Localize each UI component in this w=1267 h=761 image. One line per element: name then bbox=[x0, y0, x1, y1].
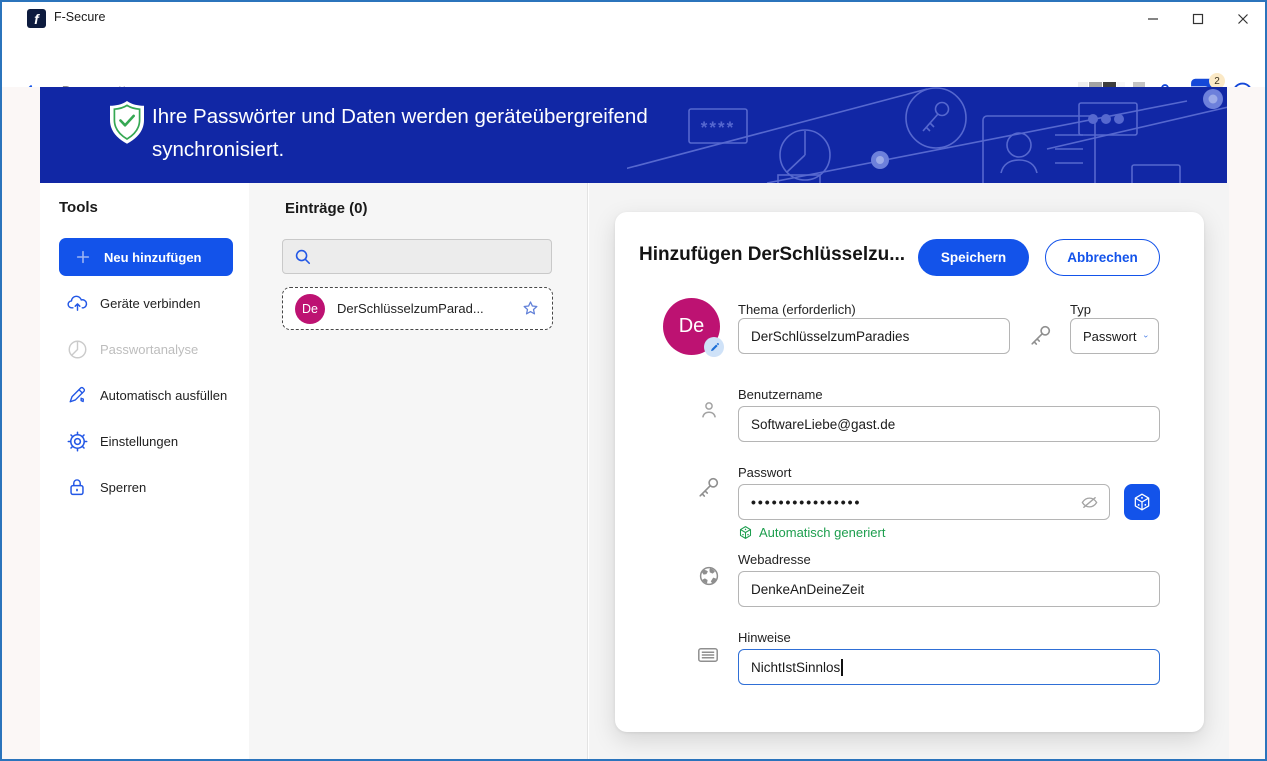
notes-input[interactable]: NichtIstSinnlos bbox=[738, 649, 1160, 685]
cancel-button[interactable]: Abbrechen bbox=[1045, 239, 1160, 276]
password-label: Passwort bbox=[738, 465, 791, 480]
add-new-label: Neu hinzufügen bbox=[104, 250, 202, 265]
add-new-button[interactable]: Neu hinzufügen bbox=[59, 238, 233, 276]
password-analysis-icon bbox=[65, 337, 89, 361]
search-input[interactable] bbox=[321, 240, 551, 273]
notes-label: Hinweise bbox=[738, 630, 791, 645]
window-controls bbox=[1130, 2, 1265, 35]
topic-input[interactable] bbox=[738, 318, 1010, 354]
f-secure-logo-icon: f bbox=[27, 9, 46, 28]
password-key-icon bbox=[695, 475, 721, 501]
entries-panel: Einträge (0) De DerSchlüsselzumParad... bbox=[249, 183, 588, 759]
save-button[interactable]: Speichern bbox=[918, 239, 1029, 276]
app-header: Passworttresor 2 ? bbox=[2, 35, 1265, 87]
username-input[interactable] bbox=[738, 406, 1160, 442]
app-title: F-Secure bbox=[54, 10, 105, 24]
maximize-button[interactable] bbox=[1175, 2, 1220, 35]
key-icon bbox=[1027, 323, 1053, 349]
f-secure-window: { "window": { "app_name": "F-Secure" }, … bbox=[0, 0, 1267, 761]
tools-sidebar: Tools Neu hinzufügen Geräte verbinden Pa… bbox=[40, 183, 249, 759]
entries-heading: Einträge (0) bbox=[285, 200, 368, 217]
card-title: Hinzufügen DerSchlüsselzu... bbox=[639, 244, 919, 266]
favorite-star-icon[interactable] bbox=[521, 299, 540, 318]
sidebar-item-geraete-verbinden[interactable]: Geräte verbinden bbox=[59, 287, 239, 319]
titlebar: f F-Secure bbox=[2, 2, 1265, 35]
autofill-pen-icon bbox=[65, 383, 89, 407]
show-password-button[interactable] bbox=[1079, 492, 1100, 518]
maximize-icon bbox=[1192, 13, 1204, 25]
type-select[interactable]: Passwort bbox=[1070, 318, 1159, 354]
edit-avatar-button[interactable] bbox=[704, 337, 724, 357]
chevron-down-icon bbox=[1143, 330, 1149, 343]
text-caret bbox=[841, 659, 843, 676]
entry-avatar: De bbox=[295, 294, 325, 324]
type-label: Typ bbox=[1070, 302, 1091, 317]
sidebar-item-passwortanalyse[interactable]: Passwortanalyse bbox=[59, 333, 239, 365]
close-button[interactable] bbox=[1220, 2, 1265, 35]
web-address-input[interactable] bbox=[738, 571, 1160, 607]
right-gutter bbox=[1227, 87, 1265, 759]
left-gutter bbox=[2, 87, 40, 759]
minimize-button[interactable] bbox=[1130, 2, 1175, 35]
pencil-icon bbox=[709, 342, 720, 353]
sidebar-item-sperren[interactable]: Sperren bbox=[59, 471, 239, 503]
entry-avatar-large: De bbox=[663, 298, 720, 355]
search-icon bbox=[293, 247, 313, 267]
shield-check-icon bbox=[108, 100, 146, 146]
dice-icon bbox=[1132, 492, 1152, 512]
username-person-icon bbox=[697, 398, 721, 422]
generate-password-button[interactable] bbox=[1124, 484, 1160, 520]
topic-label: Thema (erforderlich) bbox=[738, 302, 856, 317]
sync-message: Ihre Passwörter und Daten werden geräteü… bbox=[152, 100, 732, 166]
entry-label: DerSchlüsselzumParad... bbox=[337, 301, 509, 316]
password-input[interactable] bbox=[738, 484, 1110, 520]
generated-dice-icon bbox=[738, 525, 753, 540]
tools-heading: Tools bbox=[59, 199, 98, 216]
password-generated-note: Automatisch generiert bbox=[738, 525, 885, 540]
eye-slash-icon bbox=[1079, 492, 1100, 513]
notes-icon bbox=[696, 643, 720, 667]
sync-banner: **** Ihre Passwörter und Daten werden ge… bbox=[40, 87, 1227, 183]
close-icon bbox=[1237, 13, 1249, 25]
add-entry-card: Hinzufügen DerSchlüsselzu... Speichern A… bbox=[615, 212, 1204, 732]
lock-icon bbox=[65, 475, 89, 499]
gear-icon bbox=[65, 429, 89, 453]
minimize-icon bbox=[1147, 13, 1159, 25]
username-label: Benutzername bbox=[738, 387, 823, 402]
sidebar-item-einstellungen[interactable]: Einstellungen bbox=[59, 425, 239, 457]
cloud-connect-icon bbox=[65, 291, 89, 315]
entries-search[interactable] bbox=[282, 239, 552, 274]
plus-icon bbox=[75, 249, 91, 265]
sidebar-item-automatisch-ausfuellen[interactable]: Automatisch ausfüllen bbox=[59, 379, 239, 411]
globe-icon bbox=[697, 564, 721, 588]
entry-list-item[interactable]: De DerSchlüsselzumParad... bbox=[282, 287, 553, 330]
web-address-label: Webadresse bbox=[738, 552, 811, 567]
